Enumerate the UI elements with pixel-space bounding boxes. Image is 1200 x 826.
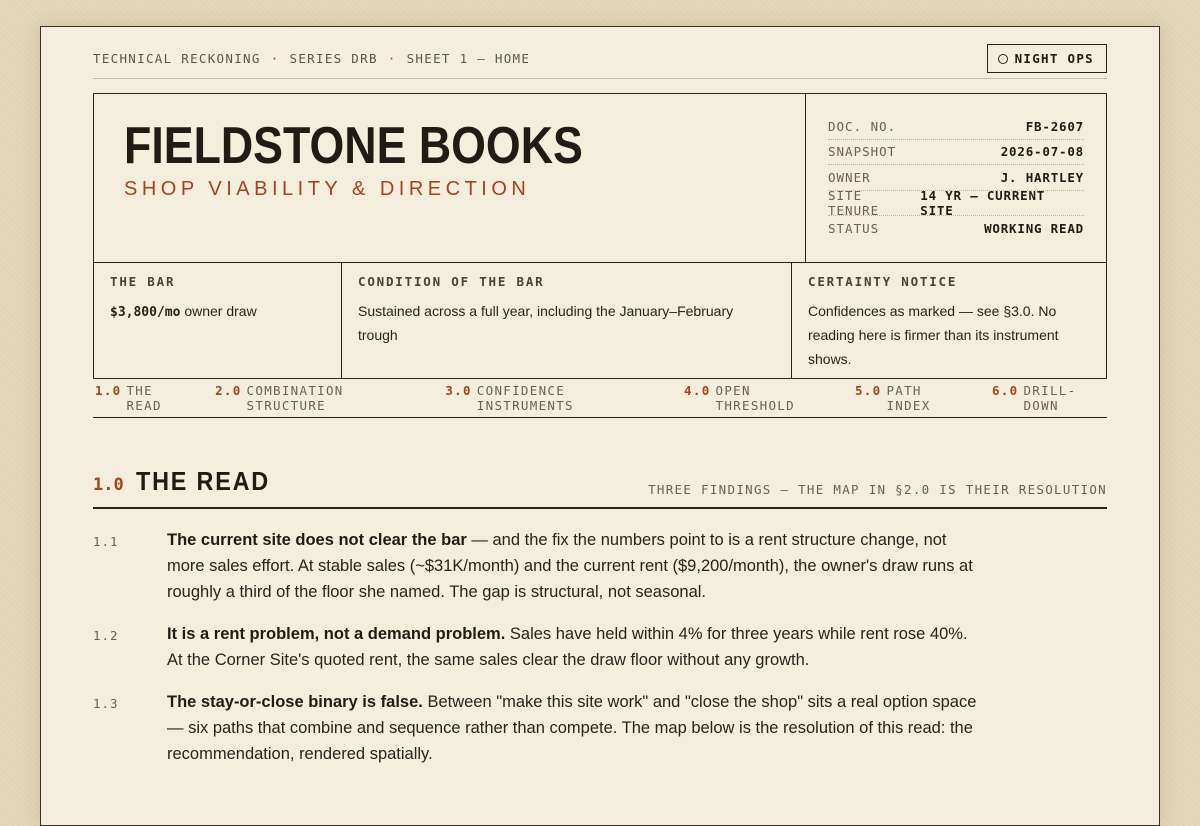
finding-number: 1.2 bbox=[93, 628, 119, 643]
breadcrumb-separator: · bbox=[387, 51, 397, 66]
top-bar: TECHNICAL RECKONING · SERIES DRB · SHEET… bbox=[93, 39, 1107, 79]
card-body: Confidences as marked — see §3.0. No rea… bbox=[808, 303, 1059, 367]
breadcrumb-series-group: TECHNICAL RECKONING bbox=[93, 51, 261, 66]
breadcrumb-separator: · bbox=[270, 51, 280, 66]
title-block: FIELDSTONE BOOKS SHOP VIABILITY & DIRECT… bbox=[94, 94, 806, 262]
nav-item-open-threshold[interactable]: 4.0 OPEN THRESHOLD bbox=[684, 383, 833, 413]
page-title: FIELDSTONE BOOKS bbox=[124, 117, 583, 175]
nav-label: CONFIDENCE INSTRUMENTS bbox=[476, 383, 574, 413]
section-nav: 1.0 THE READ 2.0 COMBINATION STRUCTURE 3.0… bbox=[93, 379, 1107, 418]
finding-number: 1.1 bbox=[93, 534, 119, 549]
nav-label: OPEN THRESHOLD bbox=[715, 383, 795, 413]
meta-row-doc-no: DOC. NO. FB-2607 bbox=[828, 114, 1084, 140]
finding-lead: It is a rent problem, not a demand probl… bbox=[167, 625, 506, 643]
meta-key: STATUS bbox=[828, 221, 880, 237]
finding-text: The current site does not clear the bar … bbox=[167, 527, 977, 605]
card-heading: CONDITION OF THE BAR bbox=[358, 274, 545, 289]
nav-item-the-read[interactable]: 1.0 THE READ bbox=[95, 383, 193, 413]
meta-key: OWNER bbox=[828, 169, 871, 185]
nav-number: 5.0 bbox=[854, 383, 882, 398]
bar-amount: $3,800/mo bbox=[110, 305, 181, 320]
nav-label: DRILL-DOWN bbox=[1023, 383, 1077, 413]
nav-item-path-index[interactable]: 5.0 PATH INDEX bbox=[855, 383, 970, 413]
finding-lead: The stay-or-close binary is false. bbox=[167, 693, 423, 711]
card-condition-of-the-bar: CONDITION OF THE BAR Sustained across a … bbox=[341, 263, 791, 379]
finding-item: 1.2 It is a rent problem, not a demand p… bbox=[93, 621, 993, 673]
meta-value: 14 YR — CURRENT SITE bbox=[920, 187, 1046, 218]
card-heading: THE BAR bbox=[110, 274, 176, 289]
finding-text: It is a rent problem, not a demand probl… bbox=[167, 621, 977, 673]
card-certainty-notice: CERTAINTY NOTICE Confidences as marked —… bbox=[791, 263, 1106, 379]
page-subtitle: SHOP VIABILITY & DIRECTION bbox=[124, 178, 531, 200]
nav-item-drill-down[interactable]: 6.0 DRILL-DOWN bbox=[992, 383, 1107, 413]
meta-value: FB-2607 bbox=[1025, 118, 1084, 134]
breadcrumb-sheet: SHEET 1 — HOME bbox=[406, 51, 531, 66]
nav-number: 2.0 bbox=[215, 383, 242, 398]
summary-cards: THE BAR $3,800/mo owner draw CONDITION O… bbox=[94, 262, 1106, 379]
nav-label: COMBINATION STRUCTURE bbox=[246, 383, 344, 413]
meta-value: J. HARTLEY bbox=[1000, 169, 1084, 185]
card-body: $3,800/mo owner draw bbox=[110, 299, 325, 325]
document-sheet: TECHNICAL RECKONING · SERIES DRB · SHEET… bbox=[40, 26, 1160, 826]
section-title: THE READ bbox=[135, 466, 270, 496]
finding-item: 1.3 The stay-or-close binary is false. B… bbox=[93, 689, 993, 767]
meta-row-snapshot: SNAPSHOT 2026-07-08 bbox=[828, 140, 1084, 165]
meta-key: SITE TENURE bbox=[828, 187, 880, 218]
section-number: 1.0 bbox=[93, 475, 124, 495]
breadcrumb-series: SERIES DRB bbox=[289, 51, 378, 66]
circle-icon bbox=[997, 53, 1008, 64]
meta-key: SNAPSHOT bbox=[828, 144, 897, 160]
meta-value: 2026-07-08 bbox=[1000, 144, 1084, 160]
finding-item: 1.1 The current site does not clear the … bbox=[93, 527, 993, 605]
card-the-bar: THE BAR $3,800/mo owner draw bbox=[94, 263, 341, 379]
meta-row-site-tenure: SITE TENURE 14 YR — CURRENT SITE bbox=[828, 187, 1084, 218]
night-ops-toggle-button[interactable]: NIGHT OPS bbox=[986, 44, 1107, 73]
meta-key: DOC. NO. bbox=[828, 118, 897, 134]
meta-row-status: STATUS WORKING READ bbox=[828, 216, 1084, 242]
nav-item-combination-structure[interactable]: 2.0 COMBINATION STRUCTURE bbox=[215, 383, 423, 413]
findings-list: 1.1 The current site does not clear the … bbox=[93, 527, 993, 783]
section-note: THREE FINDINGS — THE MAP IN §2.0 IS THEI… bbox=[648, 482, 1107, 497]
meta-row-owner: OWNER J. HARTLEY bbox=[828, 165, 1084, 191]
nav-number: 3.0 bbox=[445, 383, 472, 398]
section-title-group: 1.0 THE READ bbox=[93, 466, 285, 497]
night-ops-label: NIGHT OPS bbox=[1014, 51, 1094, 66]
meta-value: WORKING READ bbox=[984, 221, 1084, 237]
nav-item-confidence-instruments[interactable]: 3.0 CONFIDENCE INSTRUMENTS bbox=[445, 383, 662, 413]
bar-description: owner draw bbox=[180, 303, 257, 319]
card-heading: CERTAINTY NOTICE bbox=[808, 274, 958, 289]
nav-number: 6.0 bbox=[991, 383, 1019, 398]
nav-label: PATH INDEX bbox=[886, 383, 931, 413]
finding-number: 1.3 bbox=[93, 696, 119, 711]
card-body: Sustained across a full year, including … bbox=[358, 303, 734, 343]
section-header: 1.0 THE READ THREE FINDINGS — THE MAP IN… bbox=[93, 466, 1107, 509]
nav-label: THE READ bbox=[126, 383, 162, 413]
document-meta: DOC. NO. FB-2607 SNAPSHOT 2026-07-08 OWN… bbox=[806, 94, 1106, 262]
nav-number: 4.0 bbox=[684, 383, 711, 398]
document-header: FIELDSTONE BOOKS SHOP VIABILITY & DIRECT… bbox=[93, 93, 1107, 379]
finding-text: The stay-or-close binary is false. Betwe… bbox=[167, 689, 977, 767]
finding-lead: The current site does not clear the bar bbox=[167, 531, 467, 549]
breadcrumb: TECHNICAL RECKONING · SERIES DRB · SHEET… bbox=[93, 51, 530, 66]
nav-number: 1.0 bbox=[95, 383, 122, 398]
